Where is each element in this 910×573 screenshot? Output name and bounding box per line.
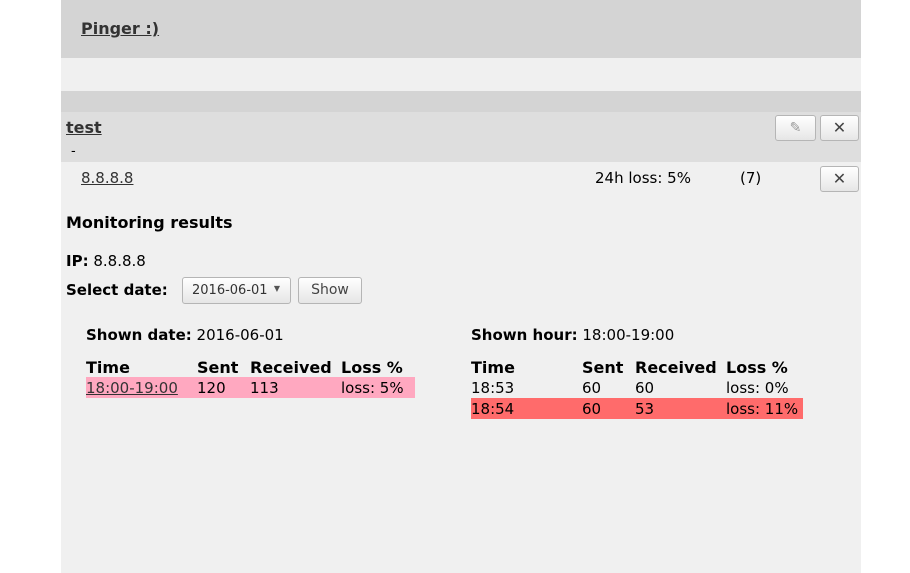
shown-hour: Shown hour: 18:00-19:00 bbox=[471, 326, 674, 344]
loss-cell: loss: 11% bbox=[726, 398, 803, 419]
received-cell: 60 bbox=[635, 378, 655, 397]
shown-hour-value: 18:00-19:00 bbox=[582, 326, 675, 344]
loss-cell: loss: 5% bbox=[341, 377, 415, 398]
host-loss: 24h loss: 5% bbox=[595, 169, 691, 187]
sent-cell: 60 bbox=[582, 398, 635, 419]
pencil-icon: ✎ bbox=[789, 120, 802, 136]
column-header: Sent bbox=[582, 358, 624, 377]
column-header: Time bbox=[471, 358, 515, 377]
host-ip-link[interactable]: 8.8.8.8 bbox=[81, 169, 133, 187]
time-cell: 18:53 bbox=[471, 378, 515, 397]
loss-cell: loss: 0% bbox=[726, 378, 789, 397]
date-select[interactable]: 2016-06-01 ▼ bbox=[182, 277, 291, 304]
received-cell: 53 bbox=[635, 398, 726, 419]
host-row: 8.8.8.8 24h loss: 5% (7) ✕ bbox=[61, 162, 861, 194]
table-row: 18:53 60 60 loss: 0% bbox=[471, 377, 803, 398]
dropdown-arrow-icon: ▼ bbox=[273, 284, 280, 293]
edit-group-button[interactable]: ✎ bbox=[775, 115, 816, 141]
column-header: Sent bbox=[197, 358, 239, 377]
column-header: Received bbox=[250, 358, 332, 377]
show-button[interactable]: Show bbox=[298, 277, 362, 304]
sent-cell: 120 bbox=[197, 377, 250, 398]
monitoring-title: Monitoring results bbox=[66, 213, 233, 232]
time-cell: 18:54 bbox=[471, 398, 582, 419]
group-description: - bbox=[71, 144, 76, 159]
group-header: test - ✎ ✕ bbox=[61, 112, 861, 162]
column-header: Loss % bbox=[726, 358, 788, 377]
daily-results-table: Time Sent Received Loss % 18:00-19:00 12… bbox=[86, 355, 415, 398]
close-icon: ✕ bbox=[832, 169, 847, 188]
host-count: (7) bbox=[740, 169, 762, 187]
page: Pinger :) test - ✎ ✕ 8.8.8.8 24h loss: 5… bbox=[61, 0, 861, 573]
app-title-link[interactable]: Pinger :) bbox=[81, 19, 159, 38]
received-cell: 113 bbox=[250, 377, 341, 398]
date-select-value: 2016-06-01 bbox=[192, 283, 268, 298]
hour-link[interactable]: 18:00-19:00 bbox=[86, 379, 178, 397]
select-date-label: Select date: bbox=[66, 281, 168, 299]
shown-date: Shown date: 2016-06-01 bbox=[86, 326, 284, 344]
group-name-link[interactable]: test bbox=[66, 118, 102, 137]
table-header-row: Time Sent Received Loss % bbox=[471, 355, 803, 377]
ip-line: IP: 8.8.8.8 bbox=[66, 252, 146, 270]
ip-value: 8.8.8.8 bbox=[93, 252, 146, 270]
column-header: Received bbox=[635, 358, 717, 377]
time-cell[interactable]: 18:00-19:00 bbox=[86, 377, 197, 398]
sent-cell: 60 bbox=[582, 378, 602, 397]
shown-date-value: 2016-06-01 bbox=[196, 326, 284, 344]
table-header-row: Time Sent Received Loss % bbox=[86, 355, 415, 377]
table-row: 18:00-19:00 120 113 loss: 5% bbox=[86, 377, 415, 398]
delete-group-button[interactable]: ✕ bbox=[820, 115, 859, 141]
hourly-results-table: Time Sent Received Loss % 18:53 60 60 lo… bbox=[471, 355, 803, 419]
section-divider bbox=[61, 91, 861, 112]
header: Pinger :) bbox=[61, 0, 861, 58]
delete-host-button[interactable]: ✕ bbox=[820, 166, 859, 192]
column-header: Loss % bbox=[341, 358, 403, 377]
close-icon: ✕ bbox=[832, 118, 847, 137]
ip-label: IP: bbox=[66, 252, 89, 270]
shown-date-label: Shown date: bbox=[86, 326, 192, 344]
shown-hour-label: Shown hour: bbox=[471, 326, 578, 344]
column-header: Time bbox=[86, 358, 130, 377]
table-row: 18:54 60 53 loss: 11% bbox=[471, 398, 803, 419]
